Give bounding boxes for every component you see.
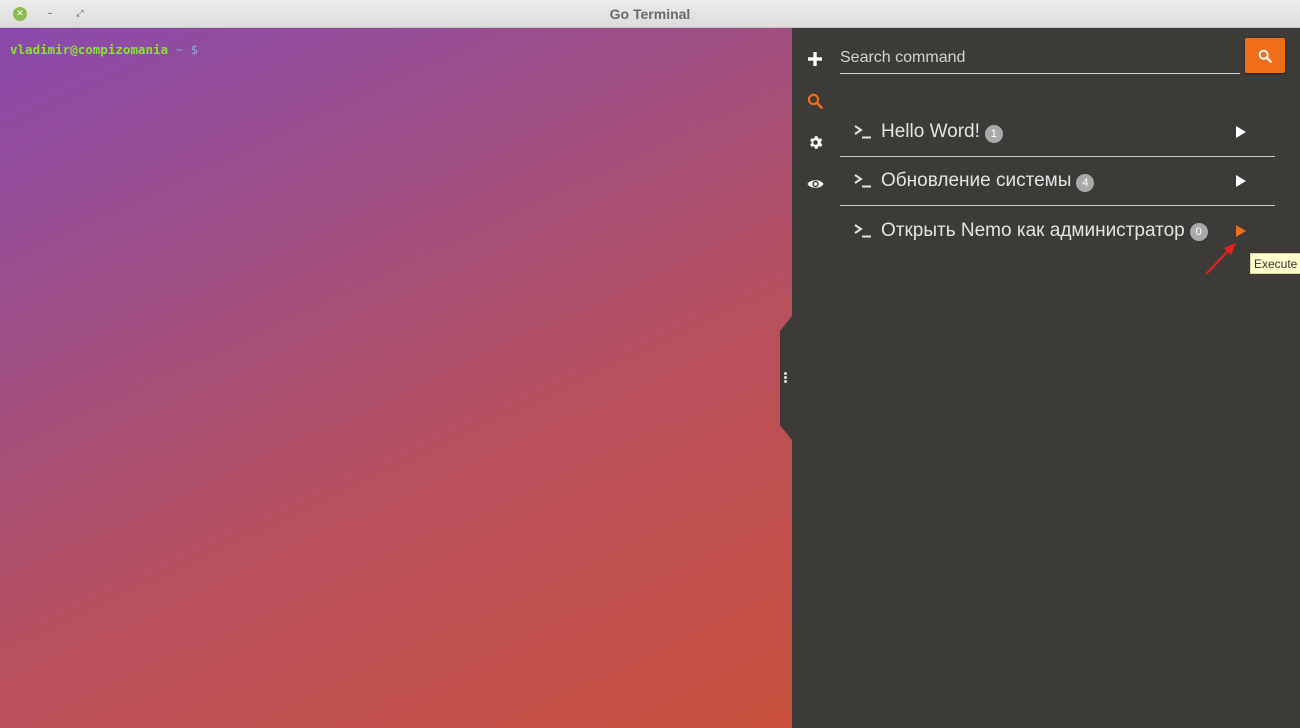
command-label: Открыть Nemo как администратор (881, 219, 1185, 241)
search-icon[interactable] (804, 90, 826, 112)
search-button[interactable] (1245, 38, 1285, 73)
plus-icon[interactable] (804, 48, 826, 70)
list-item[interactable]: Hello Word! 1 (840, 108, 1275, 157)
drag-handle-icon[interactable] (784, 372, 788, 384)
window-title: Go Terminal (609, 6, 691, 22)
play-icon[interactable] (1234, 224, 1248, 238)
execute-tooltip: Execute (1250, 253, 1300, 274)
terminal-prompt-icon (854, 222, 874, 240)
play-icon[interactable] (1234, 174, 1248, 188)
terminal-area[interactable]: vladimir@compizomania ~ $ (0, 28, 792, 728)
prompt-path: ~ (175, 42, 184, 57)
usage-count-badge: 1 (984, 124, 1003, 143)
play-icon[interactable] (1234, 125, 1248, 139)
close-icon[interactable]: ✕ (13, 7, 27, 21)
search-input[interactable] (840, 42, 1240, 74)
maximize-icon[interactable]: ⤢ (73, 7, 87, 21)
command-label: Hello Word! (881, 121, 980, 142)
terminal-prompt-icon (854, 123, 874, 141)
list-item[interactable]: Обновление системы 4 (840, 157, 1275, 206)
annotation-arrow-icon (1205, 243, 1236, 275)
shell-prompt: vladimir@compizomania ~ $ (10, 42, 198, 57)
command-list: Hello Word! 1 Обновление системы 4 Откры… (840, 108, 1275, 255)
command-label: Обновление системы (881, 170, 1072, 191)
command-panel: Hello Word! 1 Обновление системы 4 (792, 28, 1300, 728)
usage-count-badge: 4 (1076, 173, 1095, 192)
go-terminal-window: Go Terminal ✕ – ⤢ vladimir@compizomania … (0, 0, 1300, 728)
terminal-prompt-icon (854, 172, 874, 190)
title-bar[interactable]: Go Terminal ✕ – ⤢ (0, 0, 1300, 28)
minimize-icon[interactable]: – (43, 7, 57, 21)
search-icon (1258, 49, 1272, 63)
prompt-user-host: vladimir@compizomania (10, 42, 169, 57)
gear-icon[interactable] (804, 131, 826, 153)
prompt-symbol: $ (190, 42, 199, 57)
eye-icon[interactable] (804, 173, 826, 195)
